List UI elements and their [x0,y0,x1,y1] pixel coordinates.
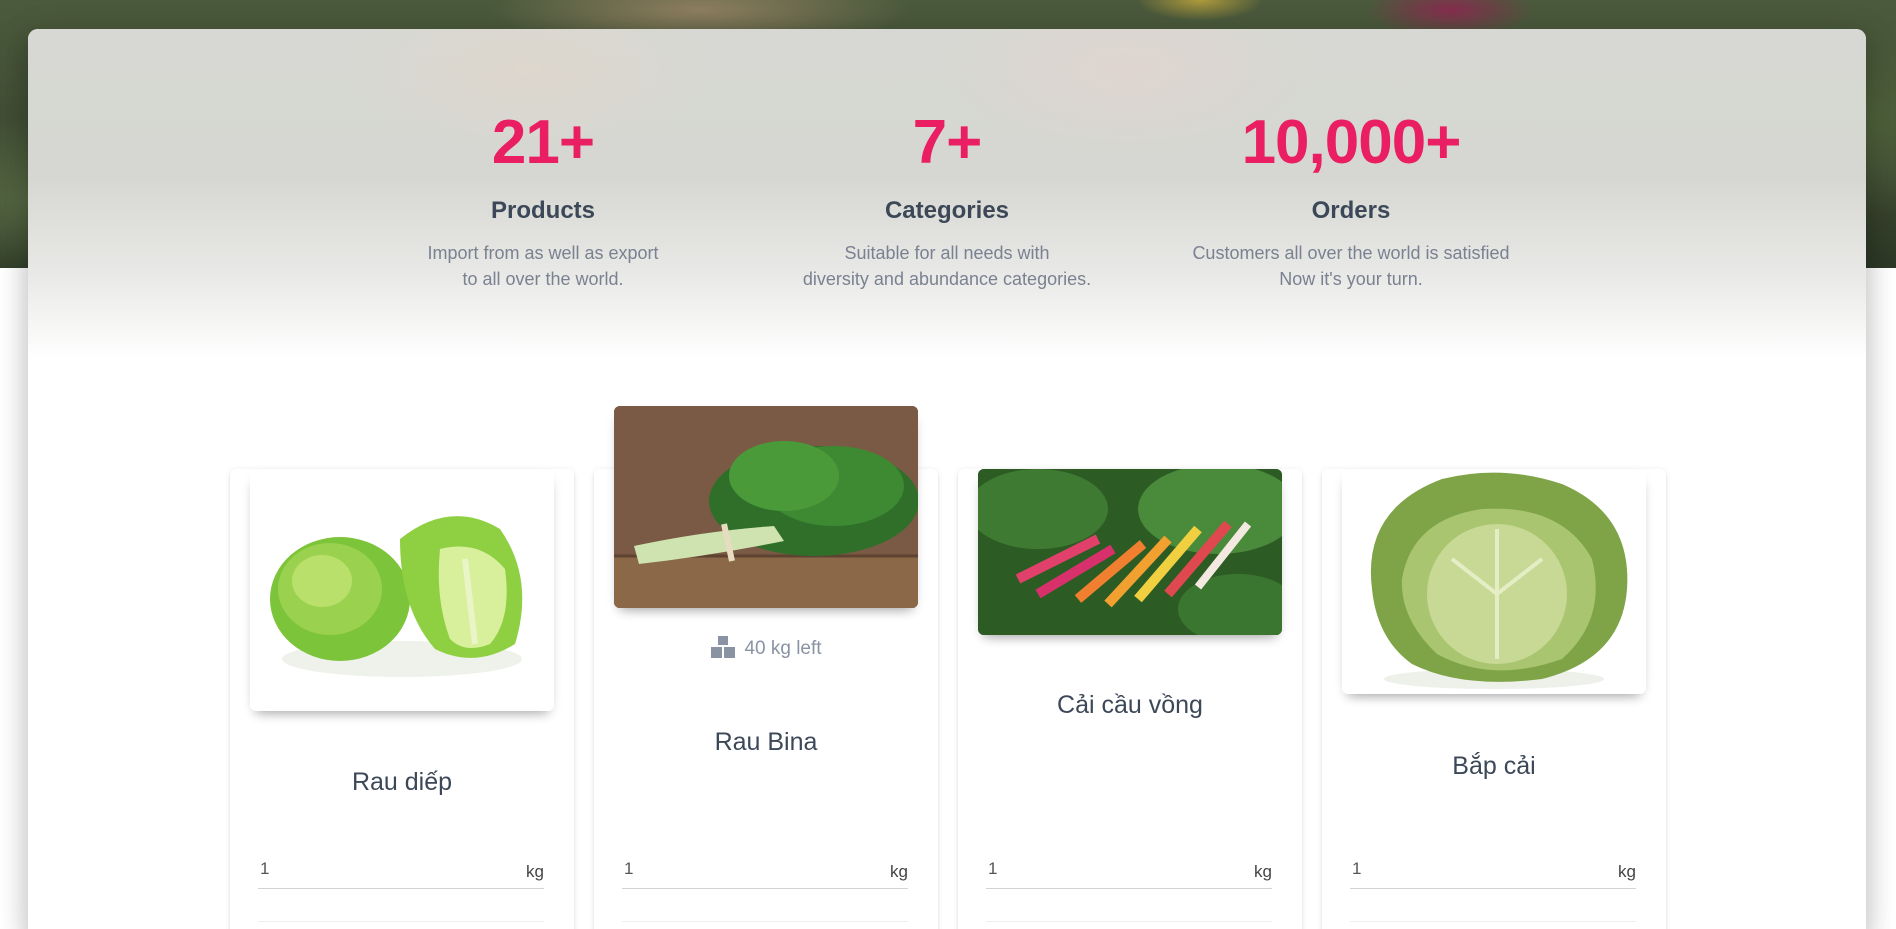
product-card-rainbow-chard[interactable]: Cải cầu vồng kg [958,469,1302,929]
divider [622,921,908,922]
stock-info: 40 kg left [594,636,938,660]
stat-description: Suitable for all needs with diversity an… [745,240,1149,292]
stock-text: 40 kg left [744,638,822,659]
divider [986,921,1272,922]
unit-label: kg [1254,862,1272,881]
stat-label: Products [490,197,595,224]
stat-categories: 7+ Categories Suitable for all needs wit… [745,29,1149,359]
stat-description: Customers all over the world is satisfie… [1149,240,1553,292]
product-card-spinach[interactable]: 40 kg left Rau Bina kg [594,406,938,929]
rainbow-chard-image[interactable] [978,469,1282,635]
stat-desc-line: Import from as well as export [427,243,659,263]
stat-label: Orders [1311,197,1391,224]
unit-label: kg [890,862,908,881]
stats-section: 21+ Products Import from as well as expo… [28,29,1866,359]
stat-desc-line: diversity and abundance categories. [802,269,1092,289]
boxes-icon [711,636,736,658]
stat-orders: 10,000+ Orders Customers all over the wo… [1149,29,1553,359]
product-name: Bắp cải [1452,752,1536,780]
stat-number: 21+ [491,108,595,177]
divider [1350,921,1636,922]
unit-label: kg [526,862,544,881]
quantity-field: kg [1350,854,1636,889]
quantity-field: kg [258,854,544,889]
divider [258,921,544,922]
quantity-field: kg [622,854,908,889]
stat-number: 7+ [912,108,983,177]
quantity-input[interactable] [1350,854,1594,884]
stat-description: Import from as well as export to all ove… [341,240,745,292]
product-name: Cải cầu vồng [1057,691,1203,719]
stat-desc-line: to all over the world. [462,269,624,289]
stat-number: 10,000+ [1241,108,1462,177]
product-name: Rau diếp [351,768,453,796]
lettuce-image[interactable] [250,469,554,711]
spinach-image[interactable] [614,406,918,608]
stat-products: 21+ Products Import from as well as expo… [341,29,745,359]
stat-desc-line: Customers all over the world is satisfie… [1192,243,1510,263]
stat-desc-line: Suitable for all needs with [844,243,1050,263]
product-card-lettuce[interactable]: Rau diếp kg [230,469,574,929]
product-name: Rau Bina [714,728,818,756]
quantity-input[interactable] [986,854,1230,884]
cabbage-image[interactable] [1342,469,1646,694]
unit-label: kg [1618,862,1636,881]
stat-desc-line: Now it's your turn. [1279,269,1423,289]
quantity-input[interactable] [622,854,866,884]
product-card-cabbage[interactable]: Bắp cải kg [1322,469,1666,929]
quantity-input[interactable] [258,854,502,884]
stat-label: Categories [884,197,1010,224]
main-content-panel: 21+ Products Import from as well as expo… [28,29,1866,929]
quantity-field: kg [986,854,1272,889]
